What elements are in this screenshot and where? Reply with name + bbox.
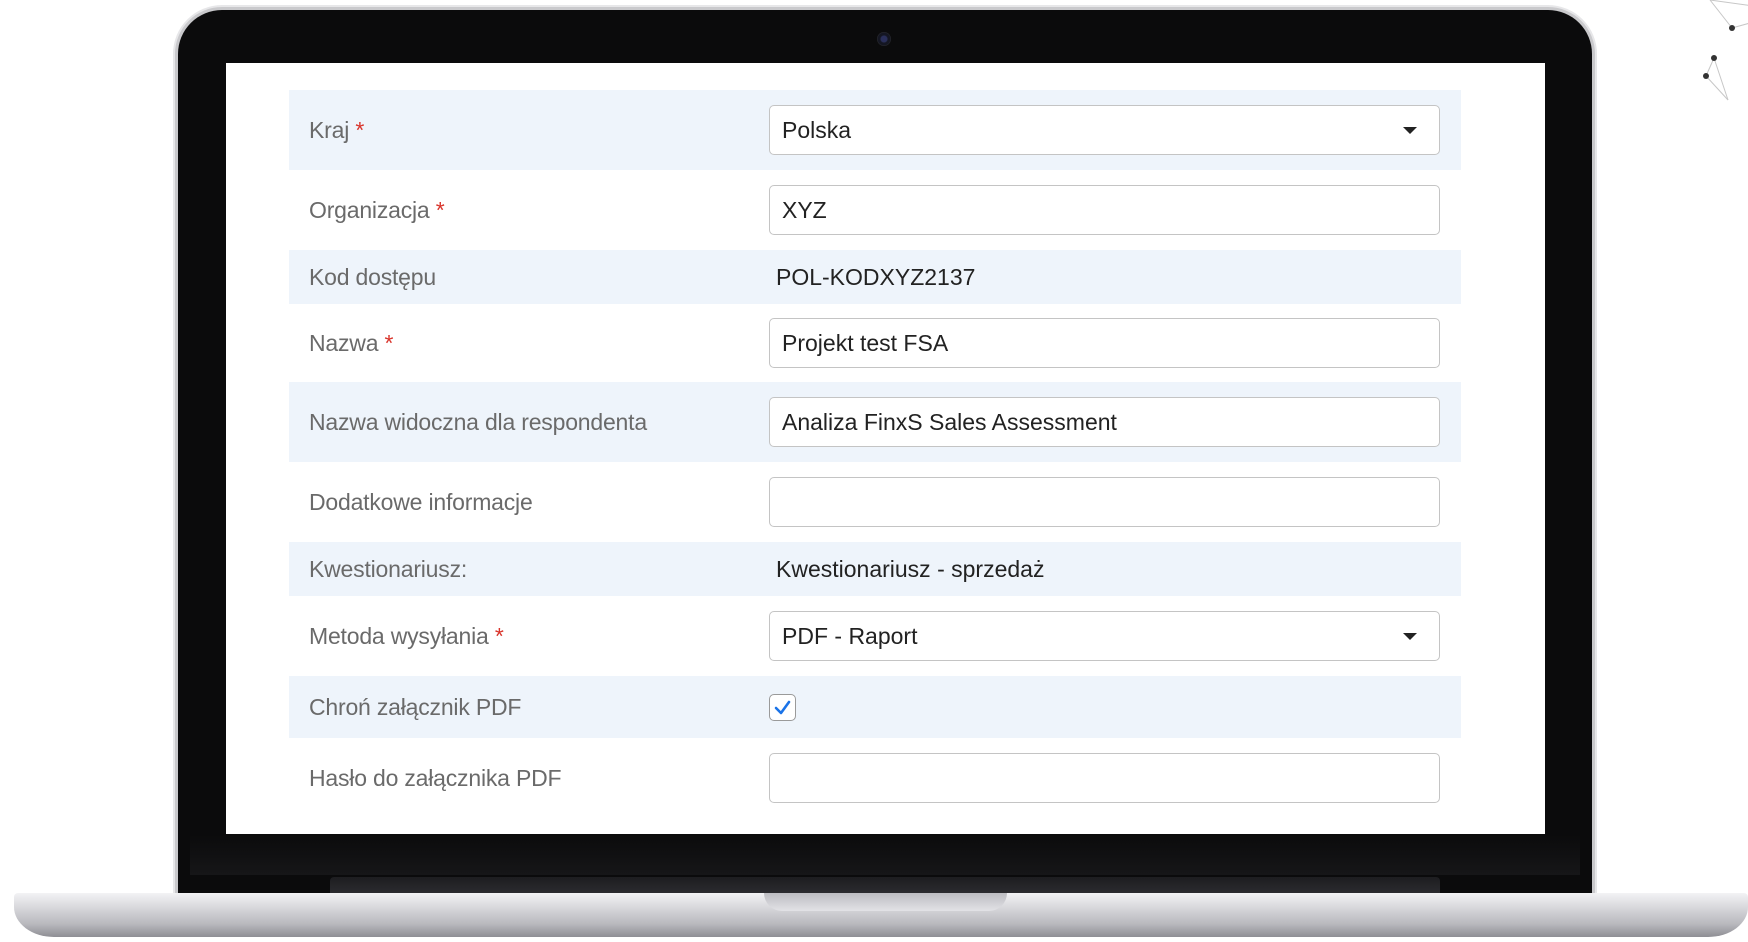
respondent-name-input[interactable]: Analiza FinxS Sales Assessment xyxy=(769,397,1440,447)
country-select[interactable]: Polska xyxy=(769,105,1440,155)
form-row-pdf-password: Hasło do załącznika PDF xyxy=(289,738,1461,818)
name-label: Nazwa * xyxy=(309,329,394,356)
form-row-respondent-name: Nazwa widoczna dla respondenta Analiza F… xyxy=(289,382,1461,462)
country-label: Kraj * xyxy=(309,116,365,143)
check-icon xyxy=(774,700,791,714)
required-marker: * xyxy=(355,116,365,143)
questionnaire-label: Kwestionariusz: xyxy=(309,555,468,582)
required-marker: * xyxy=(494,622,504,649)
country-select-value: Polska xyxy=(782,116,852,143)
form-row-send-method: Metoda wysyłania * PDF - Raport xyxy=(289,596,1461,676)
name-input-value: Projekt test FSA xyxy=(782,329,949,356)
required-marker: * xyxy=(384,329,394,356)
form-row-country: Kraj * Polska xyxy=(289,90,1461,170)
form-row-additional-info: Dodatkowe informacje xyxy=(289,462,1461,542)
send-method-select-value: PDF - Raport xyxy=(782,622,918,649)
questionnaire-value: Kwestionariusz - sprzedaż xyxy=(776,555,1045,582)
additional-info-input[interactable] xyxy=(769,477,1440,527)
chevron-down-icon xyxy=(1403,127,1417,134)
required-marker: * xyxy=(435,196,445,223)
constellation-decoration xyxy=(1703,0,1748,101)
form-row-protect-pdf: Chroń załącznik PDF xyxy=(289,676,1461,738)
chevron-down-icon xyxy=(1403,633,1417,640)
project-form: Kraj * Polska Organizacja * XYZ Kod dost… xyxy=(289,90,1461,818)
respondent-name-input-value: Analiza FinxS Sales Assessment xyxy=(782,408,1117,435)
form-row-questionnaire: Kwestionariusz: Kwestionariusz - sprzeda… xyxy=(289,542,1461,596)
laptop-bezel xyxy=(190,835,1580,875)
laptop-screen: Kraj * Polska Organizacja * XYZ Kod dost… xyxy=(226,63,1545,834)
pdf-password-label: Hasło do załącznika PDF xyxy=(309,764,562,791)
access-code-label: Kod dostępu xyxy=(309,263,436,290)
respondent-name-label: Nazwa widoczna dla respondenta xyxy=(309,408,647,435)
camera-icon xyxy=(877,32,891,46)
protect-pdf-label: Chroń załącznik PDF xyxy=(309,693,522,720)
form-row-name: Nazwa * Projekt test FSA xyxy=(289,304,1461,382)
send-method-select[interactable]: PDF - Raport xyxy=(769,611,1440,661)
organization-label: Organizacja * xyxy=(309,196,445,223)
form-row-access-code: Kod dostępu POL-KODXYZ2137 xyxy=(289,250,1461,304)
send-method-label: Metoda wysyłania * xyxy=(309,622,504,649)
pdf-password-input[interactable] xyxy=(769,753,1440,803)
laptop-opening-notch xyxy=(764,893,1007,911)
form-row-organization: Organizacja * XYZ xyxy=(289,170,1461,250)
name-input[interactable]: Projekt test FSA xyxy=(769,318,1440,368)
access-code-value: POL-KODXYZ2137 xyxy=(776,263,976,290)
additional-info-label: Dodatkowe informacje xyxy=(309,488,533,515)
organization-input[interactable]: XYZ xyxy=(769,185,1440,235)
organization-input-value: XYZ xyxy=(782,196,827,223)
laptop-mockup: Kraj * Polska Organizacja * XYZ Kod dost… xyxy=(0,0,1748,942)
protect-pdf-checkbox[interactable] xyxy=(769,693,796,721)
